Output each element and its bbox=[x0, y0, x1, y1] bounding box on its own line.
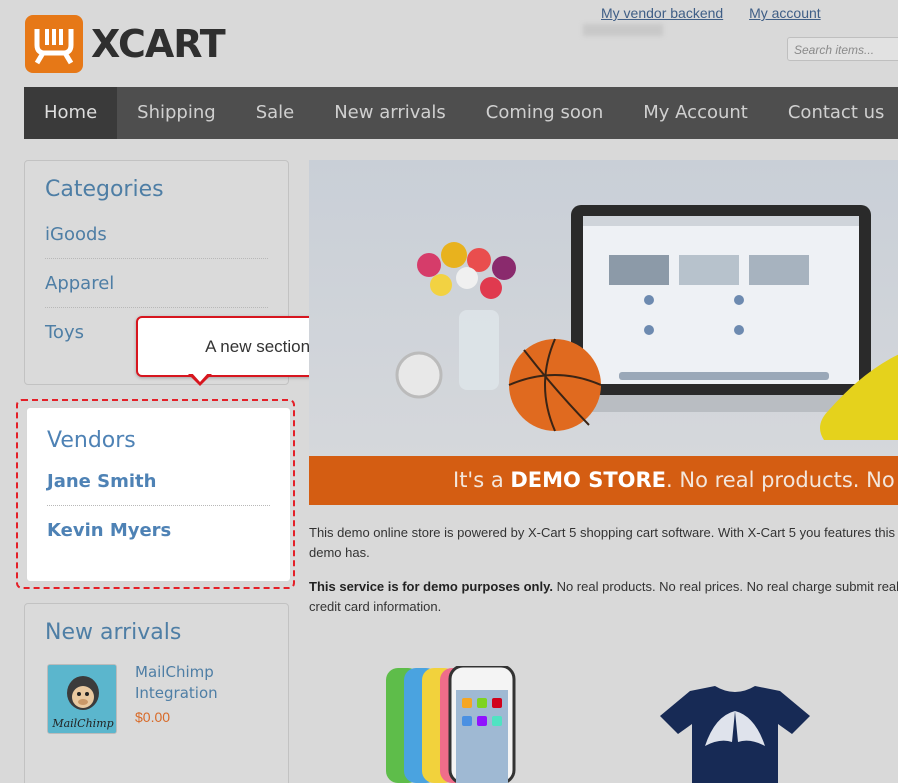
intro-paragraph: This demo online store is powered by X-C… bbox=[309, 525, 895, 560]
banner-illustration bbox=[395, 205, 898, 440]
new-arrivals-title: New arrivals bbox=[45, 620, 182, 645]
nav-my-account[interactable]: My Account bbox=[623, 87, 768, 139]
logo-text: XCART bbox=[91, 22, 226, 66]
store-logo[interactable]: XCART bbox=[25, 15, 226, 73]
vendor-backend-link[interactable]: My vendor backend bbox=[601, 5, 723, 21]
search-input[interactable]: Search items... bbox=[787, 37, 898, 61]
tshirt-product-image[interactable] bbox=[660, 686, 810, 783]
iphone-product-image[interactable] bbox=[384, 666, 519, 783]
my-account-link[interactable]: My account bbox=[749, 5, 821, 21]
new-arrivals-box: New arrivals MailChimp MailChimp Integra… bbox=[24, 603, 289, 783]
callout-tail bbox=[188, 372, 212, 386]
demo-banner[interactable]: It's a DEMO STORE. No real products. No bbox=[309, 160, 898, 505]
product-price: $0.00 bbox=[135, 709, 171, 725]
nav-home[interactable]: Home bbox=[24, 87, 118, 139]
vendors-box: Vendors Jane Smith Kevin Myers bbox=[26, 407, 291, 582]
demo-store-strip: It's a DEMO STORE. No real products. No bbox=[309, 456, 898, 505]
cart-logo-icon bbox=[25, 15, 83, 73]
disclaimer-paragraph: This service is for demo purposes only. … bbox=[309, 577, 898, 617]
main-nav: Home Shipping Sale New arrivals Coming s… bbox=[24, 87, 898, 139]
nav-contact-us[interactable]: Contact us bbox=[768, 87, 898, 139]
vendors-title: Vendors bbox=[47, 428, 136, 453]
mailchimp-thumb-label: MailChimp bbox=[51, 717, 113, 730]
mailchimp-thumbnail[interactable]: MailChimp bbox=[47, 664, 117, 734]
nav-shipping[interactable]: Shipping bbox=[117, 87, 236, 139]
banner-suffix: . No real products. No bbox=[666, 468, 895, 492]
vendor-kevin-myers[interactable]: Kevin Myers bbox=[47, 506, 270, 555]
vendors-list: Jane Smith Kevin Myers bbox=[27, 457, 290, 555]
vendors-highlight: Vendors Jane Smith Kevin Myers bbox=[16, 399, 295, 589]
disclaimer-bold: This service is for demo purposes only. bbox=[309, 579, 553, 594]
category-igoods[interactable]: iGoods bbox=[45, 210, 268, 259]
nav-new-arrivals[interactable]: New arrivals bbox=[314, 87, 466, 139]
nav-coming-soon[interactable]: Coming soon bbox=[466, 87, 623, 139]
blurred-email bbox=[583, 24, 663, 37]
banner-emphasis: DEMO STORE bbox=[510, 468, 667, 492]
mailchimp-logo-icon: MailChimp bbox=[48, 665, 116, 733]
category-apparel[interactable]: Apparel bbox=[45, 259, 268, 308]
nav-sale[interactable]: Sale bbox=[236, 87, 315, 139]
top-links: My vendor backend My account bbox=[583, 5, 898, 37]
product-name[interactable]: MailChimp Integration bbox=[135, 662, 255, 704]
banner-prefix: It's a bbox=[453, 468, 504, 492]
categories-title: Categories bbox=[45, 177, 164, 202]
vendor-jane-smith[interactable]: Jane Smith bbox=[47, 457, 270, 506]
